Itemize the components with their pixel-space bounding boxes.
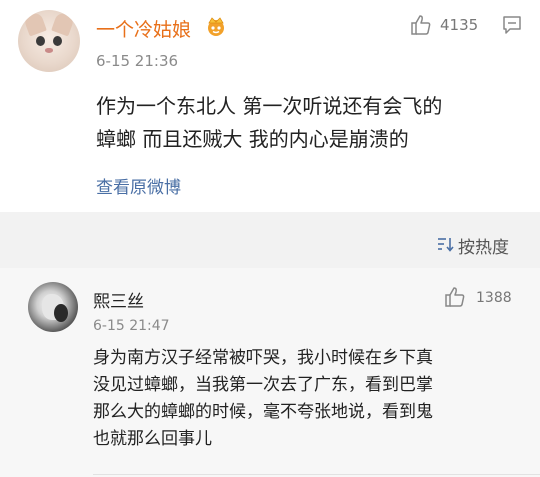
sort-icon[interactable] — [437, 236, 455, 252]
comment-line: 作为一个东北人 第一次听说还有会飞的 — [96, 94, 443, 118]
user-avatar-2[interactable] — [28, 282, 78, 332]
thumbs-up-icon[interactable] — [444, 286, 466, 308]
like-count-2: 1388 — [476, 290, 512, 306]
username-1[interactable]: 一个冷姑娘 — [96, 15, 191, 42]
username-2[interactable]: 熙三丝 — [93, 287, 144, 312]
comment-line: 身为南方汉子经常被吓哭，我小时候在乡下真 — [93, 348, 433, 368]
crown-vip-icon — [208, 17, 224, 36]
comment-line: 那么大的蟑螂的时候，毫不夸张地说，看到鬼 — [93, 402, 433, 422]
view-original-link[interactable]: 查看原微博 — [96, 173, 181, 198]
user-avatar-cat[interactable] — [18, 10, 80, 72]
comment-text-1: 作为一个东北人 第一次听说还有会飞的 蟑螂 而且还贼大 我的内心是崩溃的 — [96, 90, 516, 156]
avatar-eye — [53, 36, 62, 46]
comment-line: 蟑螂 而且还贼大 我的内心是崩溃的 — [96, 127, 409, 151]
timestamp-2: 6-15 21:47 — [93, 318, 170, 334]
timestamp-1: 6-15 21:36 — [96, 52, 179, 70]
divider — [93, 474, 540, 475]
sort-by-hot-button[interactable]: 按热度 — [458, 233, 509, 258]
avatar-nose — [45, 48, 53, 53]
comment-line: 也就那么回事儿 — [93, 429, 212, 449]
comment-bubble-icon[interactable] — [502, 15, 522, 35]
comment-text-2: 身为南方汉子经常被吓哭，我小时候在乡下真 没见过蟑螂，当我第一次去了广东，看到巴… — [93, 345, 533, 453]
like-count-1: 4135 — [440, 16, 479, 34]
avatar-eye — [36, 36, 45, 46]
comment-line: 没见过蟑螂，当我第一次去了广东，看到巴掌 — [93, 375, 433, 395]
thumbs-up-icon[interactable] — [410, 14, 432, 36]
avatar-shadow — [54, 304, 68, 322]
